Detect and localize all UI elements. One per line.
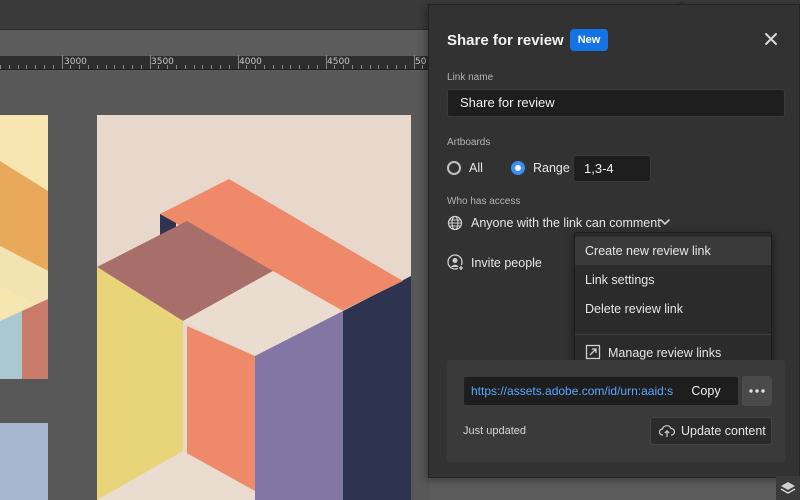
ruler-tick: [290, 65, 292, 69]
more-options-button[interactable]: [742, 376, 772, 406]
chevron-down-icon[interactable]: [659, 216, 671, 228]
ruler-tick: [140, 65, 142, 69]
ruler-tick: [413, 55, 415, 69]
update-content-label: Update content: [681, 424, 766, 438]
update-content-button[interactable]: Update content: [650, 417, 772, 445]
ruler-tick: [44, 65, 45, 69]
ruler-tick: [114, 65, 116, 69]
ruler-tick: [246, 65, 248, 69]
ruler-tick: [0, 65, 1, 69]
menu-item-link-settings[interactable]: Link settings: [575, 266, 771, 294]
invite-people-button[interactable]: Invite people: [471, 256, 542, 270]
close-icon: [765, 33, 777, 45]
review-link-url-field[interactable]: https://assets.adobe.com/id/urn:aaid:s..…: [463, 376, 739, 406]
ruler-tick: [70, 65, 72, 69]
ruler-tick: [8, 65, 10, 69]
access-dropdown[interactable]: Anyone with the link can comment: [471, 216, 661, 230]
ruler-tick: [228, 65, 230, 69]
ruler-tick: [308, 65, 309, 69]
ruler-tick: [237, 55, 239, 69]
ruler-tick: [158, 65, 160, 69]
layers-button[interactable]: [776, 476, 800, 500]
invite-people-icon: [447, 254, 464, 271]
review-link-url[interactable]: https://assets.adobe.com/id/urn:aaid:s..…: [471, 384, 683, 398]
ruler-tick: [17, 65, 19, 69]
layers-icon: [780, 482, 796, 494]
link-options-menu: Create new review link Link settings Del…: [574, 232, 772, 371]
ruler-tick: [369, 65, 371, 69]
artboards-illustration[interactable]: [0, 71, 430, 500]
ruler-tick: [343, 65, 345, 69]
share-for-review-panel: Share for review New Link name Share for…: [428, 4, 800, 478]
ruler-tick: [325, 55, 327, 69]
ruler-tick: [360, 65, 362, 69]
update-status-text: Just updated: [463, 425, 526, 437]
menu-divider: [575, 334, 771, 335]
ruler-tick: [88, 65, 89, 69]
ruler-tick: [387, 65, 389, 69]
ruler-tick: [123, 65, 125, 69]
ruler-tick: [264, 65, 265, 69]
ruler-tick: [176, 65, 177, 69]
ruler-tick: [26, 65, 28, 69]
radio-range-label[interactable]: Range: [533, 161, 570, 175]
ruler-tick: [334, 65, 336, 69]
copy-link-button[interactable]: Copy: [674, 377, 738, 405]
ruler-tick: [96, 65, 98, 69]
radio-all-label[interactable]: All: [469, 161, 483, 175]
ruler-tick: [132, 65, 133, 69]
ruler-tick: [193, 65, 195, 69]
radio-range[interactable]: [511, 161, 525, 175]
ruler-tick: [422, 65, 424, 69]
artboards-label: Artboards: [447, 137, 491, 148]
ruler-label: 4500: [327, 57, 350, 67]
ruler-tick: [396, 65, 397, 69]
ruler-tick: [211, 65, 213, 69]
panel-title: Share for review: [447, 32, 564, 49]
horizontal-ruler: 3000 3500 4000 4500 50: [0, 55, 430, 70]
ruler-label: 3500: [151, 57, 174, 67]
ruler-tick: [52, 65, 54, 69]
ruler-tick: [149, 55, 151, 69]
radio-all[interactable]: [447, 161, 461, 175]
ruler-tick: [167, 65, 169, 69]
ruler-tick: [79, 65, 81, 69]
link-name-label: Link name: [447, 72, 494, 83]
more-icon: [749, 389, 765, 393]
new-badge: New: [570, 29, 608, 51]
ruler-tick: [272, 65, 274, 69]
ruler-tick: [352, 65, 353, 69]
ruler-tick: [281, 65, 283, 69]
ruler-tick: [61, 55, 63, 69]
ruler-tick: [202, 65, 204, 69]
menu-item-delete-link[interactable]: Delete review link: [575, 295, 771, 323]
ruler-label: 50: [415, 57, 427, 67]
menu-item-create-link[interactable]: Create new review link: [575, 237, 771, 265]
ruler-tick: [404, 65, 406, 69]
cloud-upload-icon: [659, 425, 675, 437]
ruler-tick: [378, 65, 380, 69]
globe-icon: [447, 215, 463, 231]
link-name-input[interactable]: Share for review: [447, 89, 785, 117]
access-label: Who has access: [447, 196, 521, 207]
ruler-label: 3000: [64, 57, 87, 67]
ruler-tick: [255, 65, 257, 69]
close-button[interactable]: [763, 31, 779, 47]
ruler-tick: [316, 65, 318, 69]
ruler-tick: [184, 65, 186, 69]
ruler-label: 4000: [239, 57, 262, 67]
ruler-tick: [35, 65, 37, 69]
ruler-tick: [299, 65, 301, 69]
ruler-tick: [220, 65, 221, 69]
range-input[interactable]: 1,3-4: [573, 155, 651, 182]
ruler-tick: [105, 65, 107, 69]
